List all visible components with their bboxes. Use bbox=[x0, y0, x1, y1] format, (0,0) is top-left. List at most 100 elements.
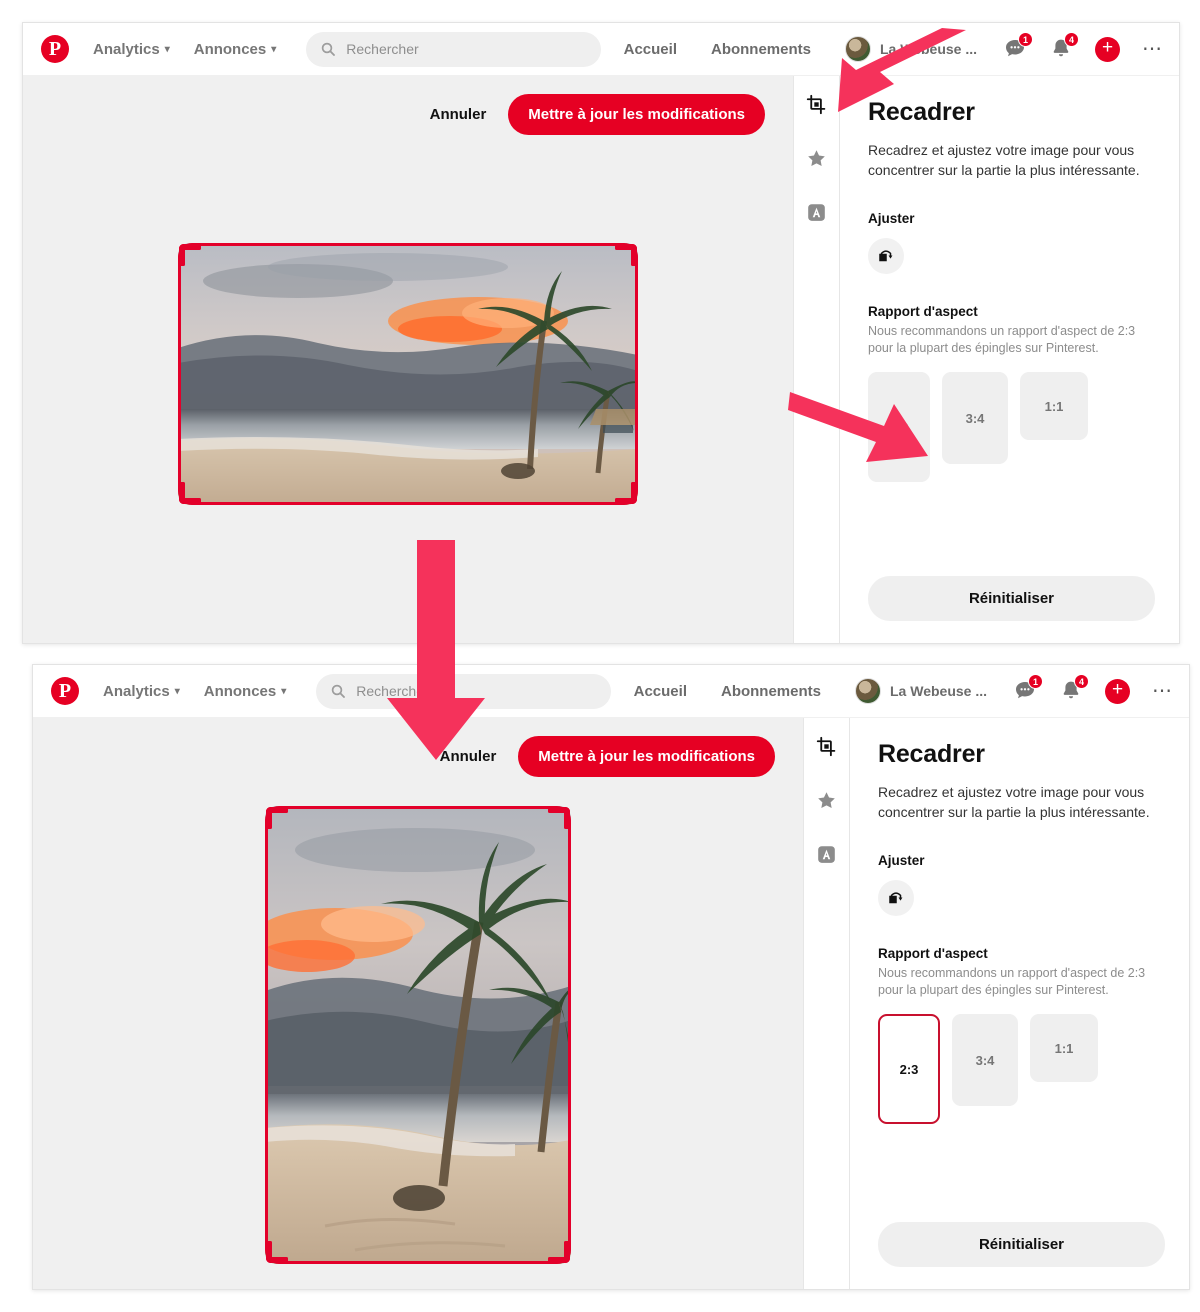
navbar-right-group: Accueil Abonnements La Webeuse ... 1 4 +… bbox=[624, 32, 1163, 62]
chevron-down-icon: ▾ bbox=[174, 685, 180, 697]
chevron-down-icon: ▾ bbox=[271, 43, 277, 55]
nav-analytics[interactable]: Analytics ▾ bbox=[93, 41, 170, 58]
nav-accueil-label: Accueil bbox=[623, 40, 677, 58]
screenshot-stage: P Analytics ▾ Annonces ▾ Rechercher Accu… bbox=[0, 0, 1200, 1312]
reset-button[interactable]: Réinitialiser bbox=[878, 1222, 1165, 1267]
editor-body: Annuler Mettre à jour les modifications bbox=[23, 76, 1179, 643]
ratio-option-1-1[interactable]: 1:1 bbox=[1030, 1014, 1098, 1083]
crop-frame-portrait[interactable] bbox=[265, 806, 571, 1264]
highlight-tool[interactable] bbox=[805, 146, 829, 170]
messages-badge: 1 bbox=[1018, 32, 1033, 47]
rotate-fit-button[interactable] bbox=[868, 237, 904, 274]
account-name: La Webeuse ... bbox=[880, 41, 977, 57]
ratio-section-label: Rapport d'aspect bbox=[878, 945, 988, 961]
account-name: La Webeuse ... bbox=[890, 683, 987, 699]
messages-button[interactable]: 1 bbox=[1003, 32, 1033, 61]
nav-abonnements-label: Abonnements bbox=[720, 682, 821, 700]
ratio-option-1-1[interactable]: 1:1 bbox=[1020, 372, 1088, 441]
ratio-section-label: Rapport d'aspect bbox=[868, 303, 978, 319]
notifications-button[interactable]: 4 bbox=[1059, 674, 1089, 703]
more-options-icon[interactable]: ⋯ bbox=[1152, 681, 1173, 701]
chevron-down-icon: ▾ bbox=[164, 43, 170, 55]
canvas-column: Annuler Mettre à jour les modifications bbox=[23, 76, 793, 643]
pinterest-logo[interactable]: P bbox=[51, 677, 79, 705]
ratio-option-2-3[interactable]: 2:3 bbox=[868, 372, 930, 483]
search-input[interactable]: Rechercher bbox=[316, 673, 612, 709]
fit-section-label: Ajuster bbox=[868, 210, 915, 226]
cancel-button[interactable]: Annuler bbox=[440, 748, 497, 765]
crop-frame-landscape[interactable] bbox=[178, 243, 638, 505]
create-pin-icon[interactable]: + bbox=[1095, 36, 1120, 62]
nav-analytics-label: Analytics bbox=[103, 682, 170, 700]
account-menu[interactable]: La Webeuse ... bbox=[845, 36, 977, 62]
notifications-badge: 4 bbox=[1064, 32, 1079, 47]
search-input[interactable]: Rechercher bbox=[306, 31, 602, 67]
reset-area: Réinitialiser bbox=[878, 1222, 1165, 1289]
save-button[interactable]: Mettre à jour les modifications bbox=[518, 736, 775, 777]
tool-rail bbox=[793, 76, 839, 643]
crop-tool[interactable] bbox=[805, 92, 829, 116]
reset-button[interactable]: Réinitialiser bbox=[868, 576, 1155, 621]
beach-sunset-illustration bbox=[178, 243, 638, 505]
page-title: Recadrer bbox=[868, 98, 975, 126]
crop-icon bbox=[816, 736, 836, 756]
nav-annonces[interactable]: Annonces ▾ bbox=[204, 683, 287, 700]
nav-annonces-label: Annonces bbox=[193, 40, 267, 58]
cancel-button[interactable]: Annuler bbox=[430, 106, 487, 123]
ratio-options: 2:3 3:4 1:1 bbox=[878, 1014, 1165, 1125]
fit-section-label: Ajuster bbox=[878, 852, 925, 868]
more-options-icon[interactable]: ⋯ bbox=[1142, 39, 1163, 59]
text-a-icon bbox=[808, 203, 825, 221]
highlight-tool[interactable] bbox=[815, 788, 839, 812]
canvas-area bbox=[33, 777, 803, 1289]
chevron-down-icon: ▾ bbox=[281, 685, 287, 697]
nav-abonnements[interactable]: Abonnements bbox=[711, 41, 811, 58]
nav-abonnements[interactable]: Abonnements bbox=[721, 683, 821, 700]
reset-area: Réinitialiser bbox=[868, 576, 1155, 643]
navbar-right-group: Accueil Abonnements La Webeuse ... 1 4 +… bbox=[634, 674, 1173, 704]
nav-analytics-label: Analytics bbox=[93, 40, 160, 58]
editor-actions: Annuler Mettre à jour les modifications bbox=[23, 76, 793, 135]
rotate-fit-icon bbox=[889, 891, 903, 903]
nav-abonnements-label: Abonnements bbox=[710, 40, 811, 58]
ratio-option-2-3[interactable]: 2:3 bbox=[878, 1014, 940, 1125]
text-tool[interactable] bbox=[815, 842, 839, 866]
panel-description: Recadrez et ajustez votre image pour vou… bbox=[878, 784, 1150, 821]
text-tool[interactable] bbox=[805, 200, 829, 224]
nav-analytics[interactable]: Analytics ▾ bbox=[103, 683, 180, 700]
account-menu[interactable]: La Webeuse ... bbox=[855, 678, 987, 704]
top-navbar: P Analytics ▾ Annonces ▾ Rechercher Accu… bbox=[23, 23, 1179, 76]
rotate-fit-icon bbox=[879, 249, 893, 261]
nav-accueil[interactable]: Accueil bbox=[634, 683, 687, 700]
pin-image bbox=[178, 243, 638, 505]
editor-actions: Annuler Mettre à jour les modifications bbox=[33, 718, 803, 777]
rotate-fit-button[interactable] bbox=[878, 879, 914, 916]
pinterest-editor-before: P Analytics ▾ Annonces ▾ Rechercher Accu… bbox=[22, 22, 1180, 644]
avatar bbox=[855, 678, 881, 704]
pinterest-logo[interactable]: P bbox=[41, 35, 69, 63]
search-icon bbox=[322, 42, 336, 56]
search-placeholder: Rechercher bbox=[346, 41, 419, 57]
ratio-options: 2:3 3:4 1:1 bbox=[868, 372, 1155, 483]
text-a-icon bbox=[818, 845, 835, 863]
notifications-button[interactable]: 4 bbox=[1049, 32, 1079, 61]
ratio-option-3-4[interactable]: 3:4 bbox=[942, 372, 1008, 465]
ratio-option-3-4[interactable]: 3:4 bbox=[952, 1014, 1018, 1107]
canvas-area bbox=[23, 135, 793, 643]
search-placeholder: Rechercher bbox=[356, 683, 429, 699]
canvas-column: Annuler Mettre à jour les modifications bbox=[33, 718, 803, 1289]
crop-icon bbox=[806, 94, 826, 114]
star-icon bbox=[808, 149, 825, 166]
create-pin-icon[interactable]: + bbox=[1105, 678, 1130, 704]
nav-annonces-label: Annonces bbox=[203, 682, 277, 700]
pin-image bbox=[265, 806, 571, 1264]
messages-button[interactable]: 1 bbox=[1013, 674, 1043, 703]
ratio-description: Nous recommandons un rapport d'aspect de… bbox=[878, 965, 1146, 998]
crop-side-panel: Recadrer Recadrez et ajustez votre image… bbox=[839, 76, 1179, 643]
nav-accueil[interactable]: Accueil bbox=[624, 41, 677, 58]
crop-tool[interactable] bbox=[815, 734, 839, 758]
nav-annonces[interactable]: Annonces ▾ bbox=[194, 41, 277, 58]
save-button[interactable]: Mettre à jour les modifications bbox=[508, 94, 765, 135]
editor-body: Annuler Mettre à jour les modifications bbox=[33, 718, 1189, 1289]
star-icon bbox=[818, 791, 835, 808]
